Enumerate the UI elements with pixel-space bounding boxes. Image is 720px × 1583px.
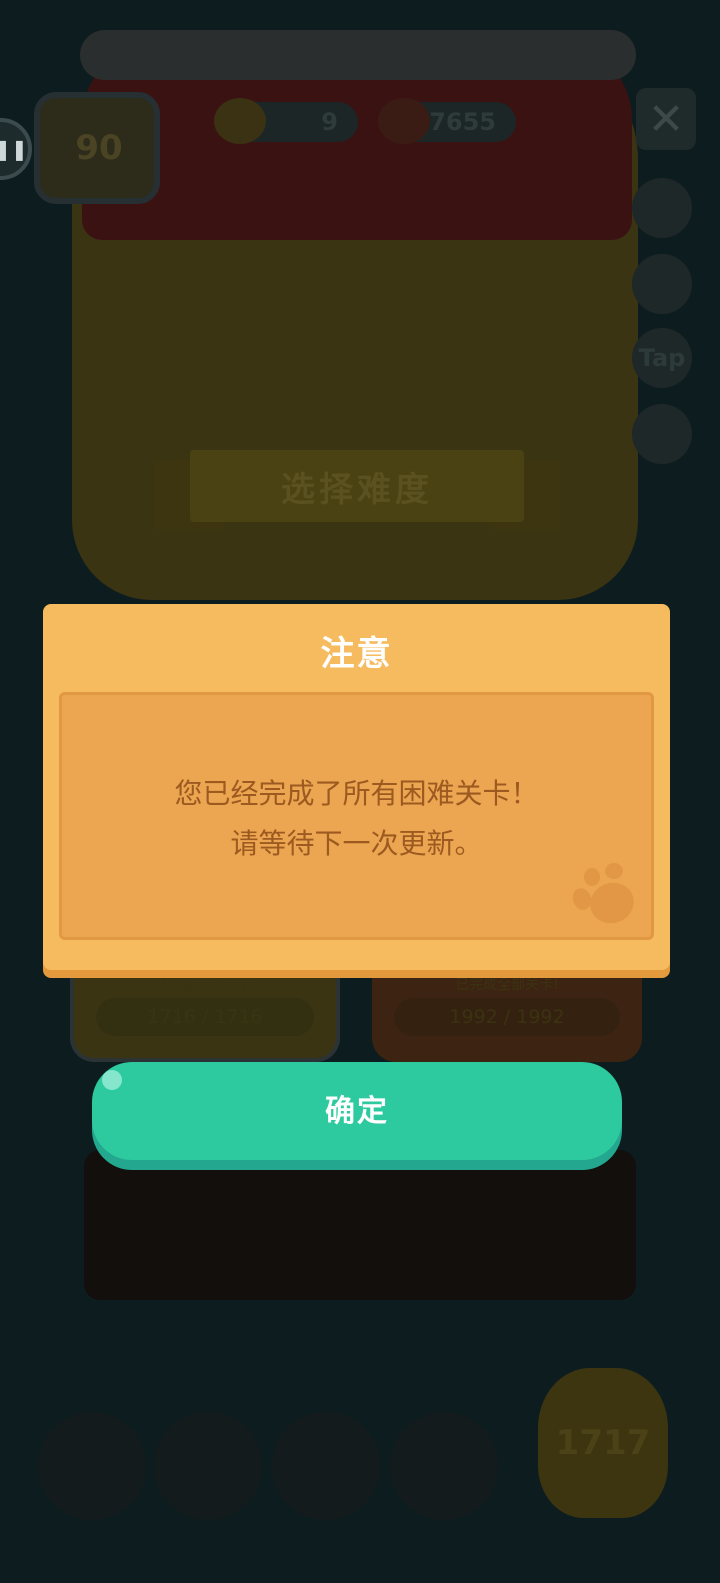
currency-1-value: 9: [321, 108, 338, 136]
close-button[interactable]: ✕: [636, 88, 696, 150]
dialog-body: 您已经完成了所有困难关卡！ 请等待下一次更新。: [59, 692, 654, 940]
confirm-button-label: 确定: [325, 1093, 389, 1129]
card-left-status: 已完成全部关卡!: [153, 977, 257, 993]
card-right-progress: 1992 / 1992: [394, 998, 620, 1036]
card-right-status: 已完成全部关卡!: [455, 977, 559, 993]
notice-dialog: 注意 您已经完成了所有困难关卡！ 请等待下一次更新。: [43, 604, 670, 970]
dialog-message-line-1: 您已经完成了所有困难关卡！: [174, 777, 539, 810]
card-left-progress: 1716 / 1716: [96, 998, 314, 1036]
gift-icon[interactable]: [390, 1412, 498, 1520]
roof-snow: [80, 30, 636, 80]
book-icon[interactable]: [154, 1412, 262, 1520]
dialog-title: 注意: [320, 634, 393, 674]
sandwich-icon[interactable]: [632, 254, 692, 314]
pause-button[interactable]: ❚❚: [0, 118, 32, 180]
confirm-button[interactable]: 确定: [92, 1062, 622, 1160]
dialog-message-line-2: 请等待下一次更新。: [230, 827, 483, 860]
home-level-value: 90: [75, 128, 123, 168]
sofa-icon[interactable]: [38, 1412, 146, 1520]
difficulty-banner: 选择难度: [190, 450, 524, 522]
button-shine: [102, 1070, 122, 1090]
tap-button[interactable]: Tap: [632, 328, 692, 388]
currency-2-value: 7655: [429, 108, 496, 136]
paw-icon: [572, 863, 634, 924]
treat-icon: [378, 98, 430, 144]
cheese-icon: [214, 98, 266, 144]
gold-cheese-counter[interactable]: 1717: [538, 1368, 668, 1518]
tv-icon[interactable]: [272, 1412, 380, 1520]
mushroom-icon[interactable]: [632, 178, 692, 238]
level-board: [84, 1150, 636, 1300]
dialog-message: 您已经完成了所有困难关卡！ 请等待下一次更新。: [62, 769, 651, 869]
settings-gear-icon[interactable]: [632, 404, 692, 464]
